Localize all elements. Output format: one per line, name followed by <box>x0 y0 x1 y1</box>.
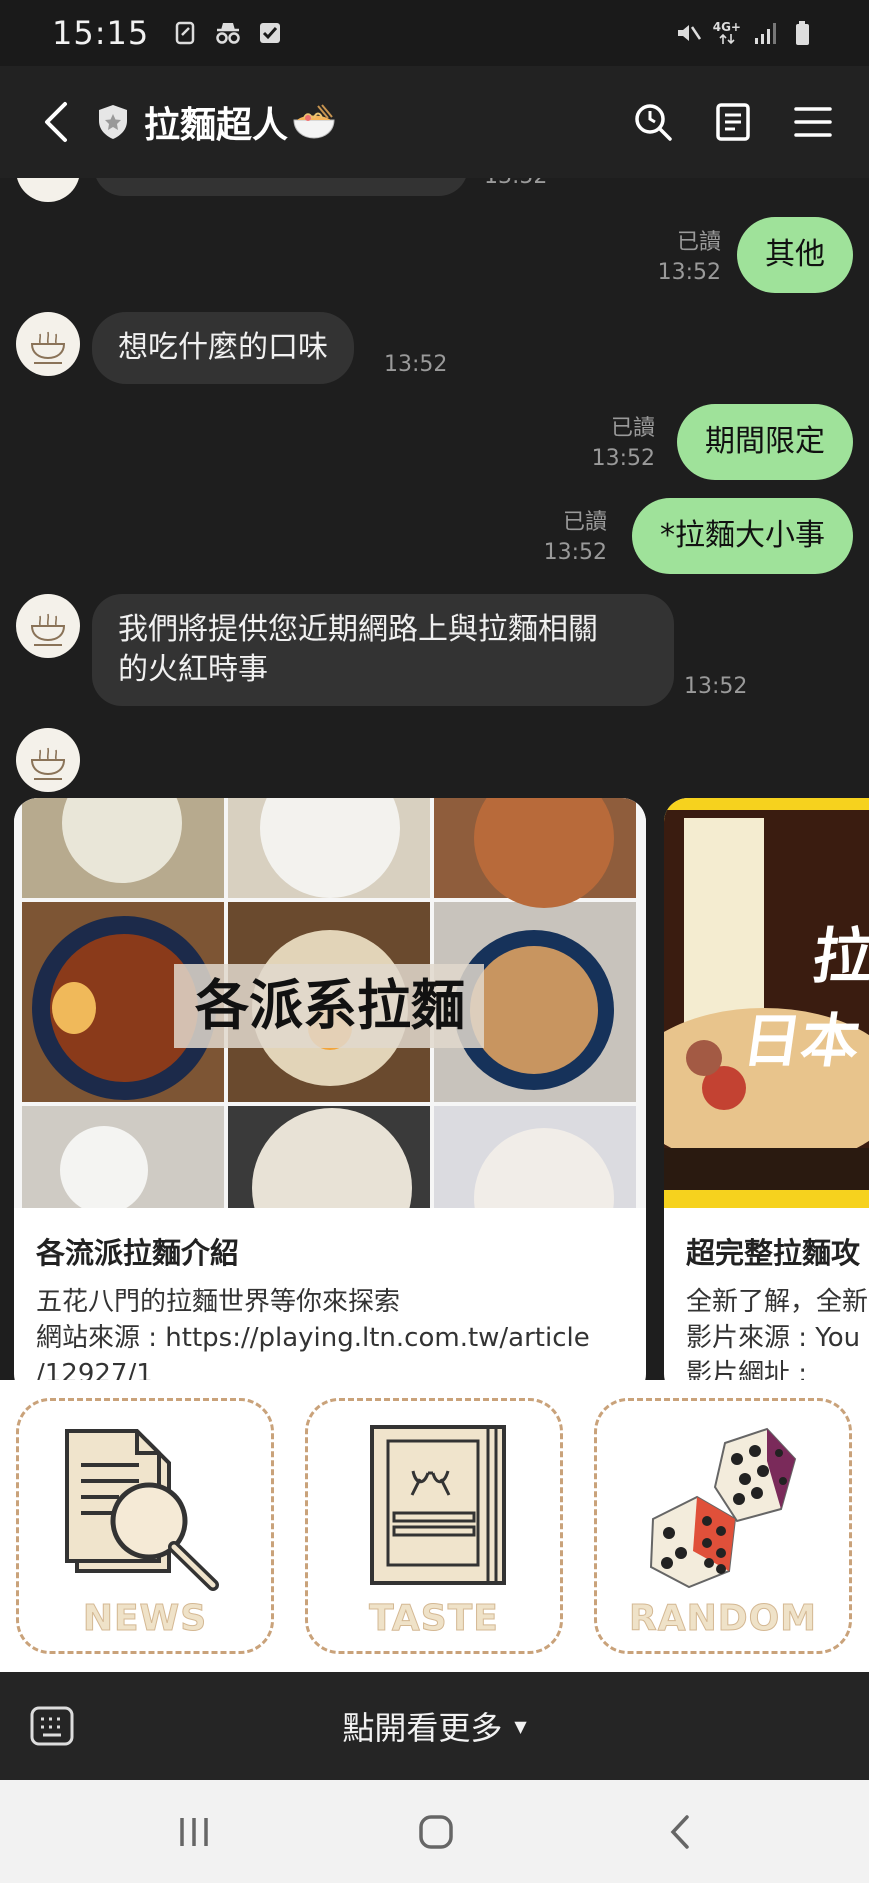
incognito-icon <box>216 23 240 44</box>
search-button[interactable] <box>631 100 675 144</box>
taste-menu-button[interactable]: TASTE <box>305 1398 563 1654</box>
news-document-icon <box>65 1429 219 1591</box>
card-image: 各派系拉麵 <box>14 798 646 1268</box>
outgoing-message[interactable]: *拉麵大小事 <box>632 498 853 574</box>
chat-area[interactable]: 13:52 已讀 13:52 其他 想吃什麼的口味 13:52 已讀 13:52… <box>0 178 869 1380</box>
ramen-bowl-icon <box>293 104 335 139</box>
chat-header: 拉麵超人 <box>0 66 869 178</box>
carousel-card[interactable]: 拉 日本 超完整拉麵攻 全新了解，全新 影片來源 : You 影片網址 : <box>664 798 869 1380</box>
signal-icon <box>755 23 776 44</box>
thumbnail-text: 日本 <box>738 1007 865 1075</box>
menu-icon <box>794 107 832 137</box>
message-time: 13:52 <box>384 352 448 377</box>
news-menu-button[interactable]: NEWS <box>16 1398 274 1654</box>
card-title: 超完整拉麵攻 <box>686 1236 861 1270</box>
partial-message-time: 13:52 <box>484 178 547 189</box>
bottom-bar: 點開看更多 ▼ <box>0 1672 869 1780</box>
card-image: 拉 日本 <box>664 798 869 1208</box>
incoming-message[interactable]: 想吃什麼的口味 <box>92 312 354 384</box>
keyboard-button[interactable] <box>30 1706 74 1746</box>
message-time: 13:52 <box>684 674 748 699</box>
super-ramen-logo-icon <box>30 747 66 780</box>
system-back-icon <box>670 1815 689 1849</box>
bot-avatar[interactable] <box>16 594 80 658</box>
verified-shield-icon <box>99 105 127 139</box>
dice-icon <box>649 1427 797 1589</box>
home-button[interactable] <box>414 1810 458 1854</box>
checkbox-icon <box>260 23 281 43</box>
system-nav-bar <box>0 1780 869 1883</box>
random-menu-label: RANDOM <box>628 1598 818 1640</box>
network-type: 4G+ <box>712 20 741 34</box>
card-desc: 網站來源 : https://playing.ltn.com.tw/articl… <box>36 1323 590 1353</box>
caret-down-icon: ▼ <box>514 1716 527 1736</box>
bot-avatar[interactable] <box>16 312 80 376</box>
bot-avatar[interactable] <box>16 728 80 792</box>
search-icon <box>635 104 672 141</box>
expand-menu-button[interactable]: 點開看更多 ▼ <box>0 1672 869 1780</box>
card-title: 各流派拉麵介紹 <box>36 1236 240 1270</box>
news-menu-label: NEWS <box>82 1598 208 1640</box>
recent-apps-button[interactable] <box>172 1810 216 1854</box>
note-icon <box>175 21 195 45</box>
expand-menu-label: 點開看更多 <box>342 1709 503 1747</box>
notes-button[interactable] <box>711 100 755 144</box>
carousel-card[interactable]: 各派系拉麵 各流派拉麵介紹 五花八門的拉麵世界等你來探索 網站來源 : http… <box>14 798 646 1380</box>
back-arrow-icon <box>45 102 67 142</box>
super-ramen-logo-icon <box>30 613 66 646</box>
bot-avatar[interactable] <box>16 178 80 202</box>
mute-icon <box>677 25 701 41</box>
back-button[interactable] <box>34 92 78 152</box>
outgoing-message[interactable]: 其他 <box>737 217 853 293</box>
partial-message[interactable] <box>94 178 468 196</box>
card-desc: 五花八門的拉麵世界等你來探索 <box>36 1287 401 1317</box>
data-arrows-icon <box>719 33 735 45</box>
rich-menu: NEWS TASTE RANDOM <box>0 1380 869 1672</box>
menu-button[interactable] <box>791 100 835 144</box>
card-desc: 影片網址 : <box>686 1359 808 1380</box>
card-desc: /12927/1 <box>36 1359 153 1380</box>
status-bar: 15:15 4G+ <box>0 0 869 66</box>
recent-apps-icon <box>180 1818 208 1846</box>
taste-menu-label: TASTE <box>369 1598 499 1640</box>
battery-icon <box>796 21 809 45</box>
system-back-button[interactable] <box>658 1810 702 1854</box>
incoming-message[interactable]: 我們將提供您近期網路上與拉麵相關 的火紅時事 <box>92 594 674 706</box>
read-receipt: 已讀 13:52 <box>657 230 721 285</box>
home-icon <box>419 1815 453 1849</box>
card-image-caption: 各派系拉麵 <box>195 974 465 1037</box>
notes-icon <box>716 103 750 141</box>
read-receipt: 已讀 13:52 <box>543 510 607 565</box>
taste-book-icon <box>370 1425 506 1585</box>
status-time: 15:15 <box>52 14 150 52</box>
card-desc: 全新了解，全新 <box>686 1287 869 1317</box>
super-ramen-logo-icon <box>30 331 66 364</box>
read-receipt: 已讀 13:52 <box>591 416 655 471</box>
outgoing-message[interactable]: 期間限定 <box>677 404 853 480</box>
keyboard-icon <box>30 1706 74 1746</box>
chat-title: 拉麵超人 <box>144 105 289 146</box>
random-menu-button[interactable]: RANDOM <box>594 1398 852 1654</box>
card-desc: 影片來源 : You <box>686 1323 861 1353</box>
